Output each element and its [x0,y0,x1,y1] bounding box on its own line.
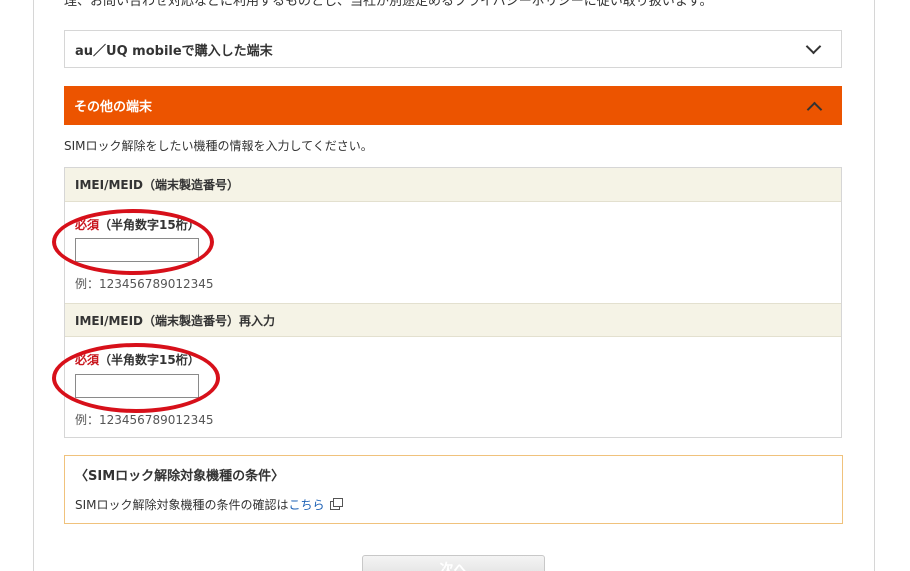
accordion-au-uq-device[interactable]: au／UQ mobileで購入した端末 [64,30,842,68]
accordion-au-uq-label: au／UQ mobileで購入した端末 [75,43,273,59]
imei-confirm-example: 例：123456789012345 [75,413,214,427]
imei-input[interactable] [75,238,199,262]
accordion-other-device[interactable]: その他の端末 [64,86,842,125]
page: 理、お問い合わせ対応などに利用するものとし、当社が別途定めるプライバシーポリシー… [0,0,910,571]
content-frame-left-border [33,0,34,571]
imei-confirm-rule: （半角数字15桁） [99,353,200,367]
imei-form: IMEI/MEID（端末製造番号） 必須（半角数字15桁） 例：12345678… [64,167,842,438]
imei-heading: IMEI/MEID（端末製造番号） [65,168,841,202]
privacy-notice-text: 理、お問い合わせ対応などに利用するものとし、当社が別途定めるプライバシーポリシー… [64,0,713,9]
next-button[interactable]: 次へ [362,555,545,571]
chevron-down-icon [805,38,822,55]
accordion-other-label: その他の端末 [74,100,153,115]
imei-confirm-requirement: 必須（半角数字15桁） [75,351,200,368]
imei-example: 例：123456789012345 [75,277,214,291]
required-badge: 必須 [75,218,100,232]
conditions-text: SIMロック解除対象機種の条件の確認は [75,498,289,512]
content-frame-right-border [874,0,875,571]
intro-text: SIMロック解除をしたい機種の情報を入力してください。 [64,139,373,153]
imei-requirement: 必須（半角数字15桁） [75,216,200,233]
conditions-title: 〈SIMロック解除対象機種の条件〉 [75,469,285,484]
conditions-text-line: SIMロック解除対象機種の条件の確認はこちら [75,496,343,513]
imei-confirm-input[interactable] [75,374,199,398]
chevron-up-icon [806,101,823,117]
imei-confirm-heading: IMEI/MEID（端末製造番号）再入力 [65,303,841,337]
conditions-box: 〈SIMロック解除対象機種の条件〉 SIMロック解除対象機種の条件の確認はこちら [64,455,843,524]
external-link-icon [329,498,343,510]
conditions-link[interactable]: こちら [289,498,325,512]
imei-rule: （半角数字15桁） [99,218,200,232]
required-badge: 必須 [75,353,100,367]
